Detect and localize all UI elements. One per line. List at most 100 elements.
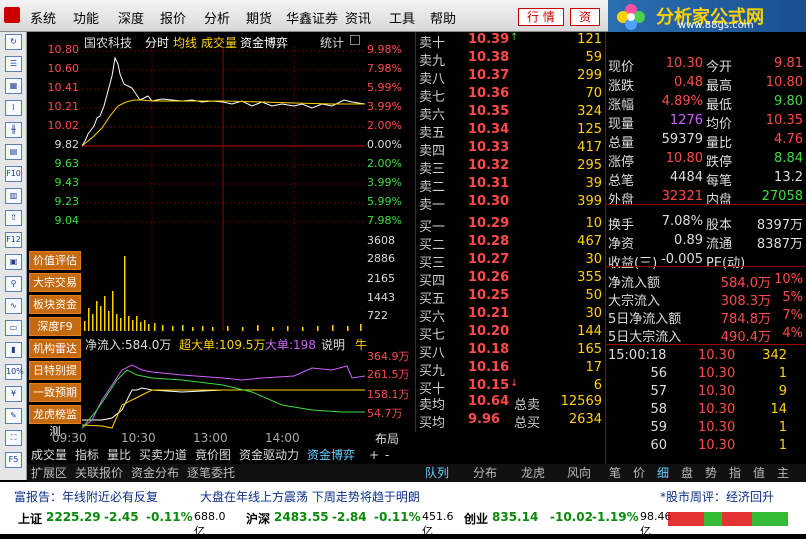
tab-queue[interactable]: 队列 — [425, 464, 449, 482]
percent-icon[interactable]: 10% — [5, 364, 24, 380]
news-ticker-left[interactable]: 富报告：年线附近必有反复 — [14, 488, 158, 505]
tab-trades[interactable]: 笔 — [609, 464, 621, 482]
order-book-row[interactable]: 买一 10.29 10 — [416, 216, 606, 235]
app-icon[interactable] — [4, 7, 20, 23]
zoom-out-button[interactable]: - — [385, 446, 389, 464]
chart-box-icon[interactable]: ▣ — [5, 254, 22, 270]
line-chart-icon[interactable]: ⌇ — [5, 100, 22, 116]
tab-value[interactable]: 值 — [753, 464, 765, 482]
order-book-row[interactable]: 卖六 10.35 324 — [416, 104, 606, 123]
layout-button[interactable]: 布局 — [375, 430, 399, 448]
menu-futures[interactable]: 期货 — [246, 8, 272, 27]
tab-dragon[interactable]: 龙虎 — [521, 464, 545, 482]
tab-tick-order[interactable]: 逐笔委托 — [187, 464, 235, 482]
order-book-row[interactable]: 卖三 10.32 295 — [416, 158, 606, 177]
order-book-row[interactable]: 卖十 10.39 ↑ 121 — [416, 32, 606, 51]
tab-detail[interactable]: 细 — [657, 464, 669, 482]
grid-icon[interactable]: ▦ — [5, 78, 22, 94]
book-level-label: 卖四 — [419, 144, 446, 159]
index-quote[interactable]: 创业 835.14 -10.02 -1.19% 98.46亿 — [450, 510, 672, 538]
table-icon[interactable]: ▥ — [5, 188, 22, 204]
fullscreen-icon[interactable]: ⛶ — [5, 430, 22, 446]
book-volume: 30 — [585, 306, 602, 321]
order-book-row[interactable]: 卖九 10.38 59 — [416, 50, 606, 69]
kline-icon[interactable]: ╫ — [5, 122, 22, 138]
order-book-row[interactable]: 卖五 10.34 125 — [416, 122, 606, 141]
f12-icon[interactable]: F12 — [5, 232, 22, 248]
block-trade-button[interactable]: 大宗交易 — [29, 273, 81, 292]
book-volume: 144 — [577, 324, 602, 339]
bar-icon[interactable]: ▮ — [5, 342, 22, 358]
flow-label: 5日大宗流入 — [608, 330, 682, 345]
trend-icon[interactable]: ∿ — [5, 298, 22, 314]
tab-info[interactable]: 资 — [570, 8, 601, 26]
menu-broker[interactable]: 华鑫证券 — [286, 8, 338, 27]
menu-tools[interactable]: 工具 — [389, 8, 415, 27]
tab-distribution[interactable]: 分布 — [473, 464, 497, 482]
tab-volume-ratio[interactable]: 量比 — [107, 446, 131, 464]
order-book-row[interactable]: 卖四 10.33 417 — [416, 140, 606, 159]
stats-toggle-icon[interactable] — [350, 35, 360, 45]
index-quote[interactable]: 上证 2225.29 -2.45 -0.11% 688.0亿 — [4, 510, 226, 538]
pct-axis-label: 5.99% — [367, 81, 402, 94]
list-icon[interactable]: ☰ — [5, 56, 22, 72]
price-icon[interactable]: ¥ — [5, 386, 22, 402]
order-book-row[interactable]: 卖七 10.36 70 — [416, 86, 606, 105]
order-book-row[interactable]: 卖一 10.30 399 — [416, 194, 606, 213]
f5-icon[interactable]: F5 — [5, 452, 22, 468]
tab-trend[interactable]: 势 — [705, 464, 717, 482]
order-book-row[interactable]: 买十 10.15 ↓ 6 — [416, 378, 606, 397]
tab-fund-drive[interactable]: 资金驱动力 — [239, 446, 299, 464]
pen-icon[interactable]: ✎ — [5, 408, 22, 424]
menu-depth[interactable]: 深度 — [118, 8, 144, 27]
order-book-row[interactable]: 买六 10.21 30 — [416, 306, 606, 325]
tab-price[interactable]: 价 — [633, 464, 645, 482]
tab-market[interactable]: 行 情 — [518, 8, 564, 26]
consensus-button[interactable]: 一致预期 — [29, 383, 81, 402]
tab-volume-ind[interactable]: 成交量 — [31, 446, 67, 464]
zoom-in-button[interactable]: + — [369, 446, 379, 464]
news-ticker-mid[interactable]: 大盘在年线上方震荡 下周走势将趋于明朗 — [200, 488, 420, 505]
news-ticker-right[interactable]: *股市周评：经济回升 — [660, 488, 774, 505]
tab-capital-game-ind[interactable]: 资金博弈 — [307, 446, 355, 464]
menu-function[interactable]: 功能 — [73, 8, 99, 27]
inst-radar-button[interactable]: 机构雷达 — [29, 339, 81, 358]
tab-auction[interactable]: 竟价图 — [195, 446, 231, 464]
dragon-tiger-button[interactable]: 龙虎榜监测 — [29, 405, 81, 438]
menu-info[interactable]: 资讯 — [345, 8, 371, 27]
menu-analysis[interactable]: 分析 — [204, 8, 230, 27]
order-book-row[interactable]: 买三 10.27 30 — [416, 252, 606, 271]
tab-wind[interactable]: 风向 — [567, 464, 591, 482]
menu-quote[interactable]: 报价 — [160, 8, 186, 27]
daily-alert-button[interactable]: 日特别提 — [29, 361, 81, 380]
index-quote[interactable]: 沪深 2483.55 -2.84 -0.11% 451.6亿 — [232, 510, 454, 538]
tab-main[interactable]: 主 — [777, 464, 789, 482]
value-eval-button[interactable]: 价值评估 — [29, 251, 81, 270]
menu-help[interactable]: 帮助 — [430, 8, 456, 27]
sector-fund-button[interactable]: 板块资金 — [29, 295, 81, 314]
tab-index[interactable]: 指 — [729, 464, 741, 482]
stats-icon[interactable]: ▤ — [5, 144, 22, 160]
order-book-row[interactable]: 买八 10.18 165 — [416, 342, 606, 361]
order-book-row[interactable]: 买四 10.26 355 — [416, 270, 606, 289]
monitor-icon[interactable]: ▭ — [5, 320, 22, 336]
f10-icon[interactable]: F10 — [5, 166, 22, 182]
tab-fund-dist[interactable]: 资金分布 — [131, 464, 179, 482]
order-book-row[interactable]: 买二 10.28 467 — [416, 234, 606, 253]
refresh-icon[interactable]: ↻ — [5, 34, 22, 50]
tab-book[interactable]: 盘 — [681, 464, 693, 482]
order-book-row[interactable]: 买五 10.25 50 — [416, 288, 606, 307]
order-book-row[interactable]: 卖二 10.31 39 — [416, 176, 606, 195]
up-icon[interactable]: ⇧ — [5, 210, 22, 226]
order-book-row[interactable]: 买九 10.16 17 — [416, 360, 606, 379]
tab-buy-sell-force[interactable]: 买卖力道 — [139, 446, 187, 464]
tab-related-quote[interactable]: 关联报价 — [75, 464, 123, 482]
tab-indicator[interactable]: 指标 — [75, 446, 99, 464]
tab-ext-area[interactable]: 扩展区 — [31, 464, 67, 482]
order-book-row[interactable]: 买七 10.20 144 — [416, 324, 606, 343]
menu-system[interactable]: 系统 — [30, 8, 56, 27]
intraday-chart[interactable]: 国农科技 分时 均线 成交量 资金博弈 统计 10.80 10.60 10.41… — [27, 32, 415, 464]
search-icon[interactable]: ⚲ — [5, 276, 22, 292]
depth-f9-button[interactable]: 深度F9 — [29, 317, 81, 336]
order-book-row[interactable]: 卖八 10.37 299 — [416, 68, 606, 87]
